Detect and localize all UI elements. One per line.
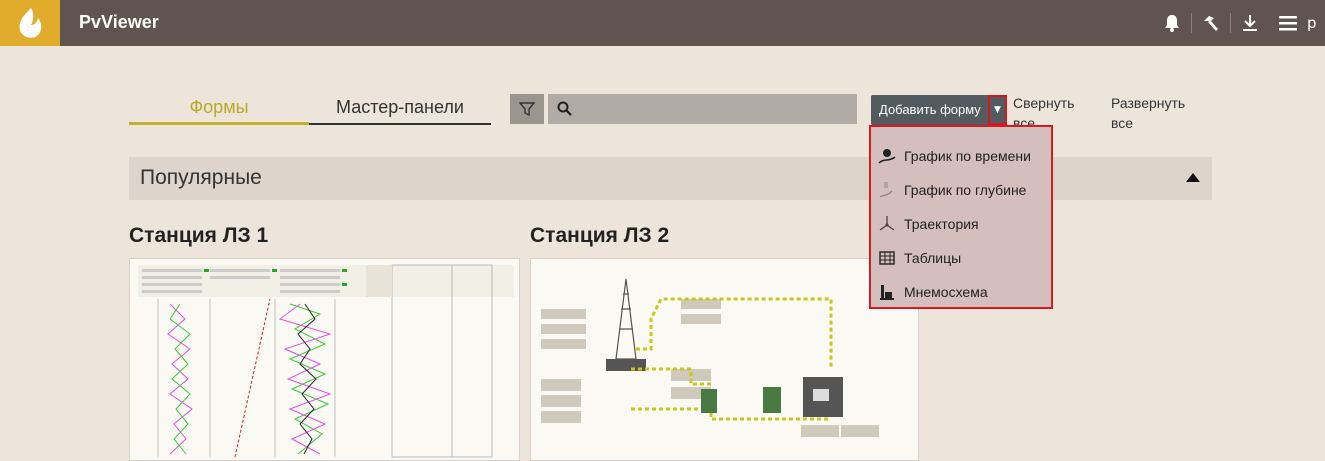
tab-master-panels[interactable]: Мастер-панели [309, 97, 491, 125]
menu-icon[interactable] [1269, 0, 1307, 46]
tab-forms[interactable]: Формы [129, 97, 309, 125]
menu-item-label: Таблицы [904, 250, 962, 266]
menu-item-depth-chart[interactable]: График по глубине [871, 173, 1051, 207]
filter-button[interactable] [510, 94, 544, 124]
section-title: Популярные [140, 166, 262, 189]
menu-item-label: Траектория [904, 216, 979, 232]
depth-chart-icon [878, 182, 896, 198]
download-icon[interactable] [1231, 0, 1269, 46]
top-bar: PvViewer p [0, 0, 1325, 46]
bell-icon[interactable] [1153, 0, 1191, 46]
card-thumbnail-mnemonic[interactable] [530, 258, 919, 461]
menu-item-label: График по глубине [904, 182, 1027, 198]
top-toolbar: p [1153, 0, 1325, 46]
user-avatar-initial[interactable]: p [1307, 14, 1325, 32]
trajectory-icon [878, 216, 896, 232]
collapse-triangle-icon[interactable] [1186, 173, 1200, 182]
card-title[interactable]: Станция ЛЗ 1 [129, 224, 268, 248]
search-input[interactable] [548, 94, 857, 124]
add-form-button[interactable]: Добавить форму [871, 95, 988, 125]
hammer-icon[interactable] [1192, 0, 1230, 46]
table-icon [878, 250, 896, 266]
menu-item-label: График по времени [904, 148, 1031, 164]
time-chart-icon [878, 148, 896, 164]
menu-item-time-chart[interactable]: График по времени [871, 139, 1051, 173]
caret-down-icon: ▼ [994, 105, 1001, 115]
flame-logo[interactable] [0, 0, 60, 46]
card-thumbnail-depth-chart[interactable] [129, 258, 520, 461]
menu-item-trajectory[interactable]: Траектория [871, 207, 1051, 241]
add-form-dropdown-toggle[interactable]: ▼ [988, 95, 1007, 125]
add-form-dropdown-menu: График по времени График по глубине Трае… [869, 125, 1053, 309]
filter-icon [519, 102, 535, 117]
menu-item-label: Мнемосхема [904, 284, 988, 300]
menu-item-tables[interactable]: Таблицы [871, 241, 1051, 275]
search-icon [557, 101, 572, 116]
app-title: PvViewer [79, 12, 159, 32]
menu-item-mnemonic[interactable]: Мнемосхема [871, 275, 1051, 309]
mnemonic-icon [878, 284, 896, 300]
card-title[interactable]: Станция ЛЗ 2 [530, 224, 669, 248]
expand-all-link[interactable]: Развернуть все [1111, 93, 1211, 133]
